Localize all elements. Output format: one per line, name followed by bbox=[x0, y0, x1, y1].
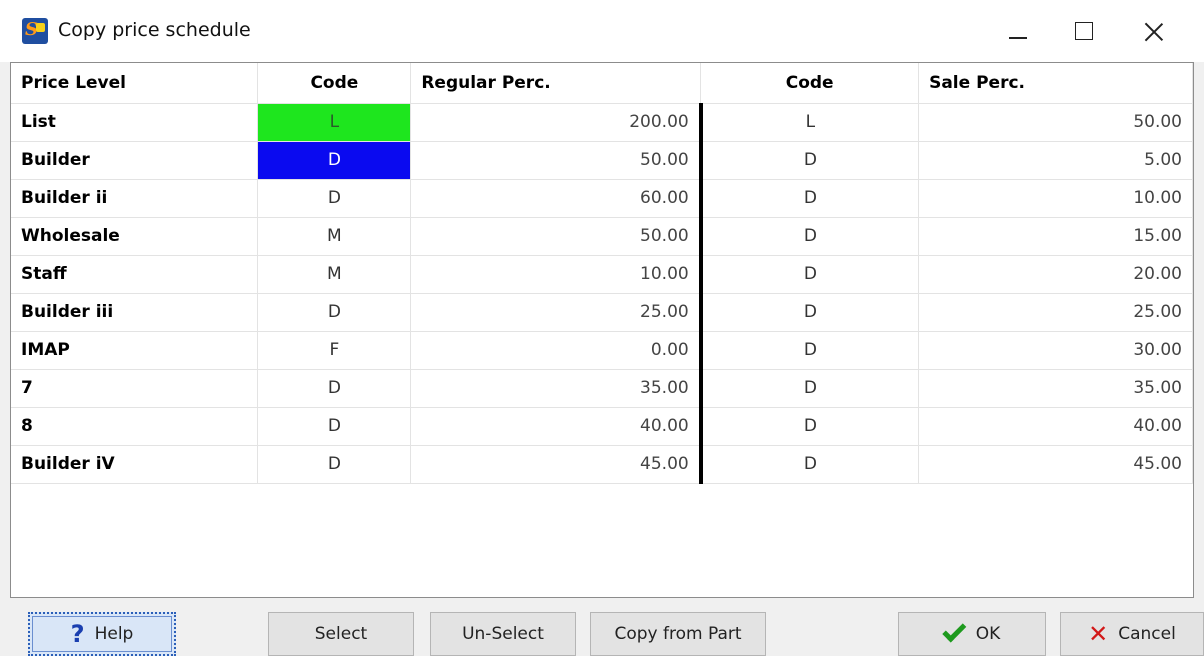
column-header-regular-perc[interactable]: Regular Perc. bbox=[410, 63, 702, 104]
red-x-icon: ✕ bbox=[1088, 620, 1109, 648]
table-row[interactable]: Builder iii D 25.00 D 25.00 bbox=[11, 293, 1193, 332]
sale-code-cell[interactable]: D bbox=[700, 217, 920, 256]
select-button[interactable]: Select bbox=[268, 612, 414, 656]
help-button-label: Help bbox=[94, 624, 134, 644]
price-level-cell[interactable]: 7 bbox=[11, 369, 259, 408]
code-cell[interactable]: F bbox=[257, 331, 412, 370]
sale-code-cell[interactable]: D bbox=[700, 407, 920, 446]
sale-perc-cell[interactable]: 20.00 bbox=[918, 255, 1193, 294]
sale-code-cell[interactable]: D bbox=[700, 445, 920, 484]
price-level-cell[interactable]: Builder iii bbox=[11, 293, 259, 332]
code-cell[interactable]: M bbox=[257, 217, 412, 256]
select-button-label: Select bbox=[314, 624, 368, 644]
regular-perc-cell[interactable]: 40.00 bbox=[410, 407, 703, 446]
sale-code-cell[interactable]: D bbox=[700, 331, 920, 370]
copy-from-part-button[interactable]: Copy from Part bbox=[590, 612, 766, 656]
table-row[interactable]: IMAP F 0.00 D 30.00 bbox=[11, 331, 1193, 370]
sale-perc-cell[interactable]: 40.00 bbox=[918, 407, 1193, 446]
price-level-cell[interactable]: Builder ii bbox=[11, 179, 259, 218]
table-row[interactable]: 8 D 40.00 D 40.00 bbox=[11, 407, 1193, 446]
sale-code-cell[interactable]: D bbox=[700, 255, 920, 294]
column-header-price-level[interactable]: Price Level bbox=[11, 63, 259, 104]
table-row[interactable]: List L 200.00 L 50.00 bbox=[11, 103, 1193, 142]
column-header-code[interactable]: Code bbox=[257, 63, 412, 104]
minimize-button[interactable] bbox=[996, 14, 1040, 48]
price-level-cell[interactable]: Wholesale bbox=[11, 217, 259, 256]
price-table: Price Level Code Regular Perc. Code Sale… bbox=[11, 63, 1193, 484]
regular-perc-cell[interactable]: 60.00 bbox=[410, 179, 703, 218]
price-level-cell[interactable]: IMAP bbox=[11, 331, 259, 370]
sale-code-cell[interactable]: D bbox=[700, 369, 920, 408]
sale-perc-cell[interactable]: 15.00 bbox=[918, 217, 1193, 256]
price-level-cell[interactable]: 8 bbox=[11, 407, 259, 446]
regular-perc-cell[interactable]: 10.00 bbox=[410, 255, 703, 294]
header-row: Price Level Code Regular Perc. Code Sale… bbox=[11, 63, 1193, 104]
sale-code-cell[interactable]: D bbox=[700, 141, 920, 180]
regular-perc-cell[interactable]: 50.00 bbox=[410, 217, 703, 256]
column-header-sale-code[interactable]: Code bbox=[700, 63, 920, 104]
maximize-button[interactable] bbox=[1064, 14, 1108, 48]
copy-from-part-label: Copy from Part bbox=[614, 624, 742, 644]
price-level-cell[interactable]: Staff bbox=[11, 255, 259, 294]
table-row[interactable]: Builder D 50.00 D 5.00 bbox=[11, 141, 1193, 180]
ok-button-label: OK bbox=[975, 624, 1001, 644]
sale-code-cell[interactable]: D bbox=[700, 293, 920, 332]
table-row[interactable]: Builder iV D 45.00 D 45.00 bbox=[11, 445, 1193, 484]
code-cell[interactable]: D bbox=[257, 141, 412, 180]
cancel-button[interactable]: ✕ Cancel bbox=[1060, 612, 1204, 656]
sale-perc-cell[interactable]: 30.00 bbox=[918, 331, 1193, 370]
title-bar: S Copy price schedule bbox=[0, 0, 1204, 62]
table-row[interactable]: Staff M 10.00 D 20.00 bbox=[11, 255, 1193, 294]
app-logo-icon: S bbox=[22, 18, 48, 44]
unselect-button-label: Un-Select bbox=[462, 624, 544, 644]
table-row[interactable]: 7 D 35.00 D 35.00 bbox=[11, 369, 1193, 408]
table-row[interactable]: Wholesale M 50.00 D 15.00 bbox=[11, 217, 1193, 256]
column-header-sale-perc[interactable]: Sale Perc. bbox=[918, 63, 1193, 104]
regular-perc-cell[interactable]: 25.00 bbox=[410, 293, 703, 332]
price-level-cell[interactable]: Builder bbox=[11, 141, 259, 180]
sale-perc-cell[interactable]: 50.00 bbox=[918, 103, 1193, 142]
sale-perc-cell[interactable]: 10.00 bbox=[918, 179, 1193, 218]
code-cell[interactable]: L bbox=[257, 103, 412, 142]
cancel-button-label: Cancel bbox=[1118, 624, 1176, 644]
sale-perc-cell[interactable]: 5.00 bbox=[918, 141, 1193, 180]
price-level-cell[interactable]: List bbox=[11, 103, 259, 142]
checkmark-icon bbox=[942, 618, 967, 643]
ok-button[interactable]: OK bbox=[898, 612, 1046, 656]
sale-code-cell[interactable]: D bbox=[700, 179, 920, 218]
sale-perc-cell[interactable]: 25.00 bbox=[918, 293, 1193, 332]
close-button[interactable] bbox=[1134, 14, 1178, 48]
regular-perc-cell[interactable]: 35.00 bbox=[410, 369, 703, 408]
code-cell[interactable]: D bbox=[257, 369, 412, 408]
price-level-cell[interactable]: Builder iV bbox=[11, 445, 259, 484]
sale-perc-cell[interactable]: 35.00 bbox=[918, 369, 1193, 408]
sale-perc-cell[interactable]: 45.00 bbox=[918, 445, 1193, 484]
regular-perc-cell[interactable]: 0.00 bbox=[410, 331, 703, 370]
sale-code-cell[interactable]: L bbox=[700, 103, 920, 142]
regular-perc-cell[interactable]: 50.00 bbox=[410, 141, 703, 180]
regular-perc-cell[interactable]: 45.00 bbox=[410, 445, 703, 484]
code-cell[interactable]: D bbox=[257, 407, 412, 446]
price-schedule-grid[interactable]: Price Level Code Regular Perc. Code Sale… bbox=[10, 62, 1194, 598]
code-cell[interactable]: D bbox=[257, 293, 412, 332]
help-button[interactable]: ? Help bbox=[28, 612, 176, 656]
regular-perc-cell[interactable]: 200.00 bbox=[410, 103, 703, 142]
unselect-button[interactable]: Un-Select bbox=[430, 612, 576, 656]
question-mark-icon: ? bbox=[70, 620, 85, 648]
table-row[interactable]: Builder ii D 60.00 D 10.00 bbox=[11, 179, 1193, 218]
code-cell[interactable]: M bbox=[257, 255, 412, 294]
window-title: Copy price schedule bbox=[58, 19, 251, 41]
code-cell[interactable]: D bbox=[257, 445, 412, 484]
code-cell[interactable]: D bbox=[257, 179, 412, 218]
